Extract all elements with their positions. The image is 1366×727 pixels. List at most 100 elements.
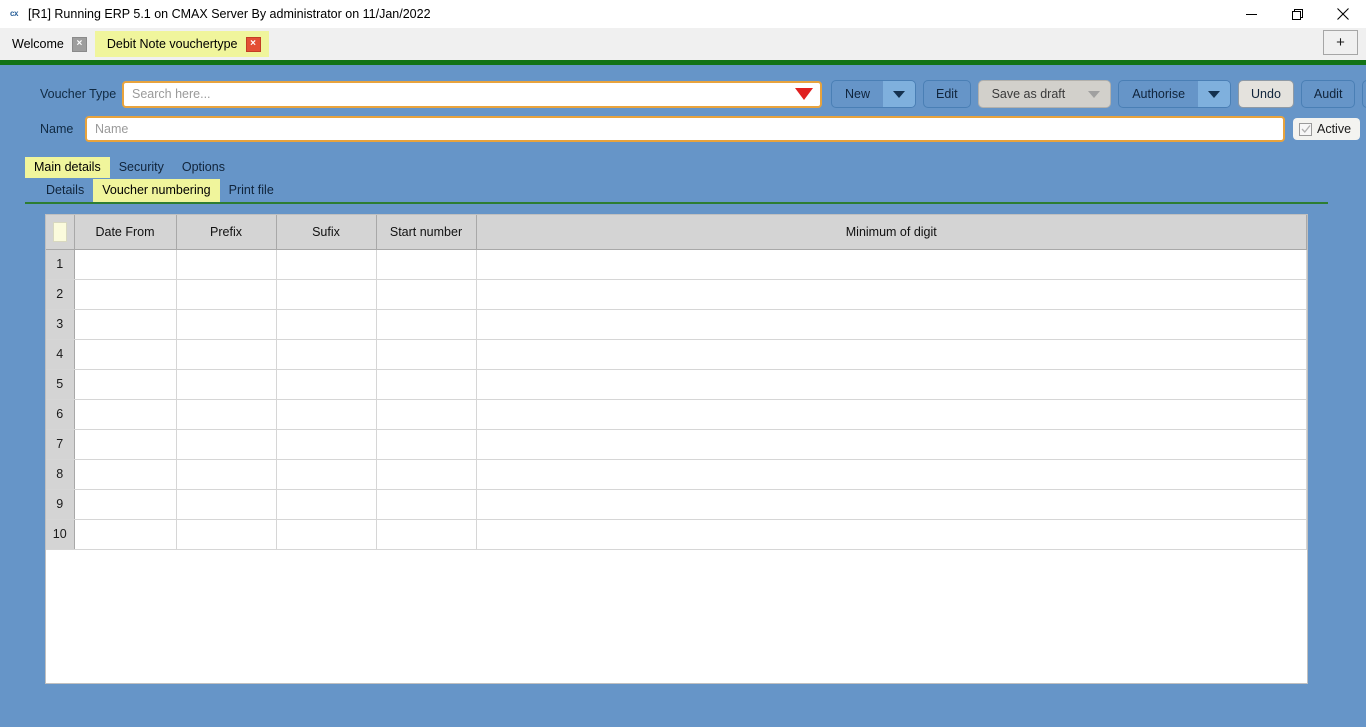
cell-prefix[interactable] (176, 339, 277, 370)
cell-start-number[interactable] (376, 309, 477, 340)
cell-sufix[interactable] (276, 279, 377, 310)
tab-main-details[interactable]: Main details (25, 157, 110, 178)
row-number-cell[interactable]: 7 (46, 429, 75, 460)
cell-minimum-of-digit[interactable] (476, 429, 1307, 460)
tab-security[interactable]: Security (110, 157, 173, 178)
row-number-cell[interactable]: 8 (46, 459, 75, 490)
cell-start-number[interactable] (376, 249, 477, 280)
table-row[interactable]: 8 (46, 459, 1307, 490)
cell-prefix[interactable] (176, 279, 277, 310)
new-dropdown-arrow-icon[interactable] (883, 81, 916, 107)
cell-prefix[interactable] (176, 519, 277, 550)
cell-start-number[interactable] (376, 279, 477, 310)
tab-options[interactable]: Options (173, 157, 234, 178)
row-number-cell[interactable]: 5 (46, 369, 75, 400)
cell-prefix[interactable] (176, 489, 277, 520)
row-number-cell[interactable]: 1 (46, 249, 75, 280)
undo-button[interactable]: Undo (1238, 80, 1294, 108)
table-row[interactable]: 6 (46, 399, 1307, 430)
cell-date-from[interactable] (74, 339, 177, 370)
cell-minimum-of-digit[interactable] (476, 489, 1307, 520)
close-icon[interactable] (1320, 0, 1366, 28)
save-as-draft-dropdown-arrow-icon[interactable] (1078, 81, 1111, 107)
cell-date-from[interactable] (74, 459, 177, 490)
row-number-cell[interactable]: 3 (46, 309, 75, 340)
cell-date-from[interactable] (74, 279, 177, 310)
row-number-cell[interactable]: 6 (46, 399, 75, 430)
cell-sufix[interactable] (276, 399, 377, 430)
cell-date-from[interactable] (74, 519, 177, 550)
name-input[interactable] (85, 116, 1285, 142)
row-number-cell[interactable]: 4 (46, 339, 75, 370)
cell-prefix[interactable] (176, 369, 277, 400)
active-checkbox[interactable] (1299, 122, 1312, 136)
row-number-cell[interactable]: 10 (46, 519, 75, 550)
cell-minimum-of-digit[interactable] (476, 279, 1307, 310)
subtab-print-file[interactable]: Print file (220, 179, 283, 202)
cell-date-from[interactable] (74, 429, 177, 460)
select-all-corner-cell[interactable] (46, 215, 75, 250)
cell-date-from[interactable] (74, 399, 177, 430)
table-row[interactable]: 3 (46, 309, 1307, 340)
cell-sufix[interactable] (276, 429, 377, 460)
cell-minimum-of-digit[interactable] (476, 309, 1307, 340)
tab-welcome[interactable]: Welcome × (0, 31, 95, 57)
cell-sufix[interactable] (276, 459, 377, 490)
cell-start-number[interactable] (376, 489, 477, 520)
cell-start-number[interactable] (376, 339, 477, 370)
cell-start-number[interactable] (376, 429, 477, 460)
cell-minimum-of-digit[interactable] (476, 369, 1307, 400)
cell-start-number[interactable] (376, 399, 477, 430)
cell-sufix[interactable] (276, 369, 377, 400)
restore-icon[interactable] (1274, 0, 1320, 28)
cell-prefix[interactable] (176, 309, 277, 340)
subtab-details[interactable]: Details (37, 179, 93, 202)
table-row[interactable]: 4 (46, 339, 1307, 370)
cell-prefix[interactable] (176, 429, 277, 460)
tab-debit-note-vouchertype-close-icon[interactable]: × (245, 36, 261, 52)
cell-prefix[interactable] (176, 399, 277, 430)
cell-date-from[interactable] (74, 369, 177, 400)
row-number-cell[interactable]: 2 (46, 279, 75, 310)
table-row[interactable]: 10 (46, 519, 1307, 550)
cell-sufix[interactable] (276, 249, 377, 280)
cell-minimum-of-digit[interactable] (476, 339, 1307, 370)
cell-start-number[interactable] (376, 369, 477, 400)
template-button[interactable]: Template (1362, 80, 1366, 108)
tab-debit-note-vouchertype[interactable]: Debit Note vouchertype × (94, 31, 269, 57)
new-split-button[interactable]: New (831, 80, 917, 108)
column-header-prefix[interactable]: Prefix (176, 215, 277, 250)
column-header-date-from[interactable]: Date From (74, 215, 177, 250)
table-row[interactable]: 5 (46, 369, 1307, 400)
cell-start-number[interactable] (376, 519, 477, 550)
cell-minimum-of-digit[interactable] (476, 399, 1307, 430)
table-row[interactable]: 9 (46, 489, 1307, 520)
cell-date-from[interactable] (74, 249, 177, 280)
column-header-start-number[interactable]: Start number (376, 215, 477, 250)
table-row[interactable]: 7 (46, 429, 1307, 460)
cell-date-from[interactable] (74, 309, 177, 340)
edit-button[interactable]: Edit (923, 80, 971, 108)
authorise-dropdown-arrow-icon[interactable] (1198, 81, 1231, 107)
authorise-split-button[interactable]: Authorise (1118, 80, 1232, 108)
cell-date-from[interactable] (74, 489, 177, 520)
cell-prefix[interactable] (176, 459, 277, 490)
cell-sufix[interactable] (276, 339, 377, 370)
cell-start-number[interactable] (376, 459, 477, 490)
cell-minimum-of-digit[interactable] (476, 249, 1307, 280)
cell-sufix[interactable] (276, 489, 377, 520)
save-as-draft-split-button[interactable]: Save as draft (977, 80, 1112, 108)
tab-welcome-close-icon[interactable]: × (71, 36, 87, 52)
cell-prefix[interactable] (176, 249, 277, 280)
cell-minimum-of-digit[interactable] (476, 459, 1307, 490)
cell-sufix[interactable] (276, 309, 377, 340)
voucher-type-search-input[interactable] (122, 80, 822, 108)
subtab-voucher-numbering[interactable]: Voucher numbering (93, 179, 220, 202)
new-tab-button[interactable]: + (1323, 30, 1358, 55)
minimize-icon[interactable] (1228, 0, 1274, 28)
table-row[interactable]: 1 (46, 249, 1307, 280)
active-checkbox-group[interactable]: Active (1293, 118, 1361, 140)
cell-minimum-of-digit[interactable] (476, 519, 1307, 550)
table-row[interactable]: 2 (46, 279, 1307, 310)
row-number-cell[interactable]: 9 (46, 489, 75, 520)
